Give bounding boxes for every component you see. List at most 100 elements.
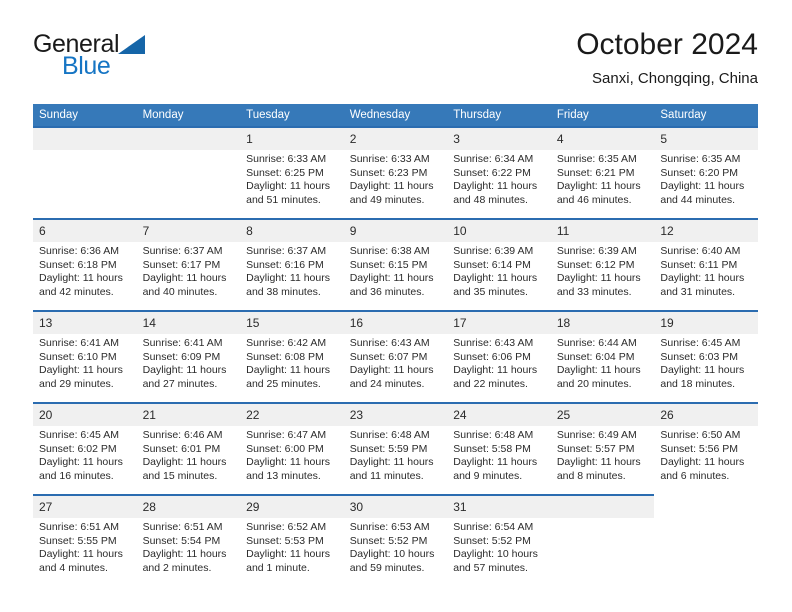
calendar-day-cell[interactable]: 13 Sunrise: 6:41 AM Sunset: 6:10 PM Dayligh… xyxy=(33,312,137,402)
sunrise-text: Sunrise: 6:50 AM xyxy=(660,429,741,441)
calendar-day-cell[interactable] xyxy=(550,496,655,586)
day-details: Sunrise: 6:33 AM Sunset: 6:25 PM Daylight:… xyxy=(240,150,344,207)
sunrise-text: Sunrise: 6:35 AM xyxy=(556,153,637,165)
sunset-text: Sunset: 6:12 PM xyxy=(556,258,635,271)
sunrise-text: Sunrise: 6:43 AM xyxy=(349,337,430,349)
sunrise-text: Sunrise: 6:51 AM xyxy=(142,521,223,533)
sunset-text: Sunset: 5:52 PM xyxy=(349,534,428,547)
day-number: 31 xyxy=(447,496,551,518)
day-details: Sunrise: 6:51 AM Sunset: 5:55 PM Daylight:… xyxy=(33,518,137,575)
day-details: Sunrise: 6:43 AM Sunset: 6:07 PM Daylight:… xyxy=(344,334,448,391)
day-number: 5 xyxy=(654,128,758,150)
day-number: 13 xyxy=(33,312,137,334)
calendar-day-cell[interactable]: 6 Sunrise: 6:36 AM Sunset: 6:18 PM Daylight… xyxy=(33,220,137,310)
day-number xyxy=(33,128,137,150)
day-details: Sunrise: 6:42 AM Sunset: 6:08 PM Daylight:… xyxy=(240,334,344,391)
weekday-header-wednesday: Wednesday xyxy=(343,104,448,126)
calendar-day-cell[interactable]: 1 Sunrise: 6:33 AM Sunset: 6:25 PM Daylight… xyxy=(240,128,344,218)
daylight-text-line2: and 48 minutes. xyxy=(453,193,528,206)
day-number: 16 xyxy=(343,312,448,334)
sunset-text: Sunset: 6:02 PM xyxy=(39,442,117,455)
calendar-day-cell[interactable]: 3 Sunrise: 6:34 AM Sunset: 6:22 PM Daylight… xyxy=(447,128,551,218)
calendar-day-cell[interactable]: 24 Sunrise: 6:48 AM Sunset: 5:58 PM Dayligh… xyxy=(447,404,551,494)
calendar-day-cell[interactable] xyxy=(33,128,137,218)
calendar-day-cell[interactable]: 5 Sunrise: 6:35 AM Sunset: 6:20 PM Daylight… xyxy=(654,128,758,218)
calendar-day-cell[interactable]: 7 Sunrise: 6:37 AM Sunset: 6:17 PM Daylight… xyxy=(136,220,241,310)
calendar-day-cell[interactable]: 20 Sunrise: 6:45 AM Sunset: 6:02 PM Dayligh… xyxy=(33,404,137,494)
daylight-text-line2: and 25 minutes. xyxy=(246,377,321,390)
day-details: Sunrise: 6:45 AM Sunset: 6:02 PM Daylight:… xyxy=(33,426,137,483)
sunset-text: Sunset: 6:09 PM xyxy=(142,350,221,363)
day-details: Sunrise: 6:48 AM Sunset: 5:58 PM Daylight:… xyxy=(447,426,551,483)
calendar-day-cell[interactable]: 12 Sunrise: 6:40 AM Sunset: 6:11 PM Dayligh… xyxy=(654,220,758,310)
calendar-day-cell[interactable]: 10 Sunrise: 6:39 AM Sunset: 6:14 PM Dayligh… xyxy=(447,220,551,310)
sunrise-text: Sunrise: 6:40 AM xyxy=(660,245,741,257)
day-details: Sunrise: 6:35 AM Sunset: 6:20 PM Daylight:… xyxy=(654,150,758,207)
sunrise-text: Sunrise: 6:47 AM xyxy=(246,429,327,441)
calendar-day-cell[interactable]: 22 Sunrise: 6:47 AM Sunset: 6:00 PM Dayligh… xyxy=(240,404,344,494)
daylight-text-line1: Daylight: 11 hours xyxy=(349,180,434,193)
daylight-text-line2: and 36 minutes. xyxy=(349,285,425,298)
daylight-text-line1: Daylight: 11 hours xyxy=(556,364,641,377)
day-details: Sunrise: 6:43 AM Sunset: 6:06 PM Daylight:… xyxy=(447,334,551,391)
calendar-day-cell[interactable]: 26 Sunrise: 6:50 AM Sunset: 5:56 PM Dayligh… xyxy=(654,404,758,494)
sunrise-text: Sunrise: 6:48 AM xyxy=(349,429,430,441)
day-details: Sunrise: 6:38 AM Sunset: 6:15 PM Daylight:… xyxy=(344,242,448,299)
sunset-text: Sunset: 5:53 PM xyxy=(246,534,324,547)
day-details: Sunrise: 6:49 AM Sunset: 5:57 PM Daylight:… xyxy=(551,426,655,483)
calendar-day-cell[interactable]: 11 Sunrise: 6:39 AM Sunset: 6:12 PM Dayligh… xyxy=(550,220,655,310)
sunset-text: Sunset: 6:20 PM xyxy=(660,166,739,179)
calendar-day-cell[interactable] xyxy=(136,128,241,218)
weekday-header-friday: Friday xyxy=(550,104,655,126)
calendar-day-cell[interactable]: 15 Sunrise: 6:42 AM Sunset: 6:08 PM Dayligh… xyxy=(240,312,344,402)
calendar-day-cell[interactable]: 31 Sunrise: 6:54 AM Sunset: 5:52 PM Dayligh… xyxy=(447,496,551,586)
daylight-text-line1: Daylight: 11 hours xyxy=(660,456,745,469)
calendar-day-cell[interactable] xyxy=(654,496,758,586)
sunrise-text: Sunrise: 6:39 AM xyxy=(453,245,534,257)
daylight-text-line2: and 57 minutes. xyxy=(453,561,528,574)
daylight-text-line1: Daylight: 11 hours xyxy=(453,180,538,193)
daylight-text-line1: Daylight: 10 hours xyxy=(349,548,435,561)
calendar-day-cell[interactable]: 23 Sunrise: 6:48 AM Sunset: 5:59 PM Dayligh… xyxy=(343,404,448,494)
calendar-week-row: 13 Sunrise: 6:41 AM Sunset: 6:10 PM Dayligh… xyxy=(33,312,758,402)
day-number: 22 xyxy=(240,404,344,426)
day-number: 11 xyxy=(550,220,655,242)
day-number xyxy=(550,496,655,518)
calendar-day-cell[interactable]: 25 Sunrise: 6:49 AM Sunset: 5:57 PM Dayligh… xyxy=(550,404,655,494)
day-number: 17 xyxy=(447,312,551,334)
calendar-day-cell[interactable]: 30 Sunrise: 6:53 AM Sunset: 5:52 PM Dayligh… xyxy=(343,496,448,586)
weekday-header-tuesday: Tuesday xyxy=(240,104,344,126)
calendar-day-cell[interactable]: 16 Sunrise: 6:43 AM Sunset: 6:07 PM Dayligh… xyxy=(343,312,448,402)
calendar-day-cell[interactable]: 29 Sunrise: 6:52 AM Sunset: 5:53 PM Dayligh… xyxy=(240,496,344,586)
daylight-text-line2: and 9 minutes. xyxy=(453,469,523,482)
calendar-day-cell[interactable]: 17 Sunrise: 6:43 AM Sunset: 6:06 PM Dayligh… xyxy=(447,312,551,402)
daylight-text-line1: Daylight: 11 hours xyxy=(556,456,641,469)
calendar-day-cell[interactable]: 21 Sunrise: 6:46 AM Sunset: 6:01 PM Dayligh… xyxy=(136,404,241,494)
calendar-day-cell[interactable]: 19 Sunrise: 6:45 AM Sunset: 6:03 PM Dayligh… xyxy=(654,312,758,402)
calendar-day-cell[interactable]: 8 Sunrise: 6:37 AM Sunset: 6:16 PM Daylight… xyxy=(240,220,344,310)
day-details: Sunrise: 6:51 AM Sunset: 5:54 PM Daylight:… xyxy=(137,518,241,575)
daylight-text-line1: Daylight: 11 hours xyxy=(453,272,538,285)
weekday-header-saturday: Saturday xyxy=(654,104,758,126)
daylight-text-line1: Daylight: 11 hours xyxy=(660,272,745,285)
calendar-week-row: 1 Sunrise: 6:33 AM Sunset: 6:25 PM Daylight… xyxy=(33,128,758,218)
daylight-text-line2: and 1 minute. xyxy=(246,561,310,574)
calendar-day-cell[interactable]: 9 Sunrise: 6:38 AM Sunset: 6:15 PM Daylight… xyxy=(343,220,448,310)
calendar-day-cell[interactable]: 28 Sunrise: 6:51 AM Sunset: 5:54 PM Dayligh… xyxy=(136,496,241,586)
calendar-day-cell[interactable]: 14 Sunrise: 6:41 AM Sunset: 6:09 PM Dayligh… xyxy=(136,312,241,402)
calendar-day-cell[interactable]: 27 Sunrise: 6:51 AM Sunset: 5:55 PM Dayligh… xyxy=(33,496,137,586)
day-number: 25 xyxy=(550,404,655,426)
calendar-day-cell[interactable]: 4 Sunrise: 6:35 AM Sunset: 6:21 PM Daylight… xyxy=(550,128,655,218)
sunrise-text: Sunrise: 6:43 AM xyxy=(453,337,534,349)
day-details: Sunrise: 6:50 AM Sunset: 5:56 PM Daylight:… xyxy=(654,426,758,483)
calendar-day-cell[interactable]: 2 Sunrise: 6:33 AM Sunset: 6:23 PM Daylight… xyxy=(343,128,448,218)
calendar-table: Sunday Monday Tuesday Wednesday Thursday… xyxy=(33,104,758,586)
daylight-text-line1: Daylight: 11 hours xyxy=(556,180,641,193)
calendar-page: General Blue October 2024 Sanxi, Chongqi… xyxy=(0,0,792,612)
day-details: Sunrise: 6:52 AM Sunset: 5:53 PM Daylight:… xyxy=(240,518,344,575)
calendar-day-cell[interactable]: 18 Sunrise: 6:44 AM Sunset: 6:04 PM Dayligh… xyxy=(550,312,655,402)
daylight-text-line2: and 13 minutes. xyxy=(246,469,321,482)
generalblue-logo[interactable]: General Blue xyxy=(33,32,233,88)
daylight-text-line2: and 59 minutes. xyxy=(349,561,425,574)
sunset-text: Sunset: 6:07 PM xyxy=(349,350,428,363)
